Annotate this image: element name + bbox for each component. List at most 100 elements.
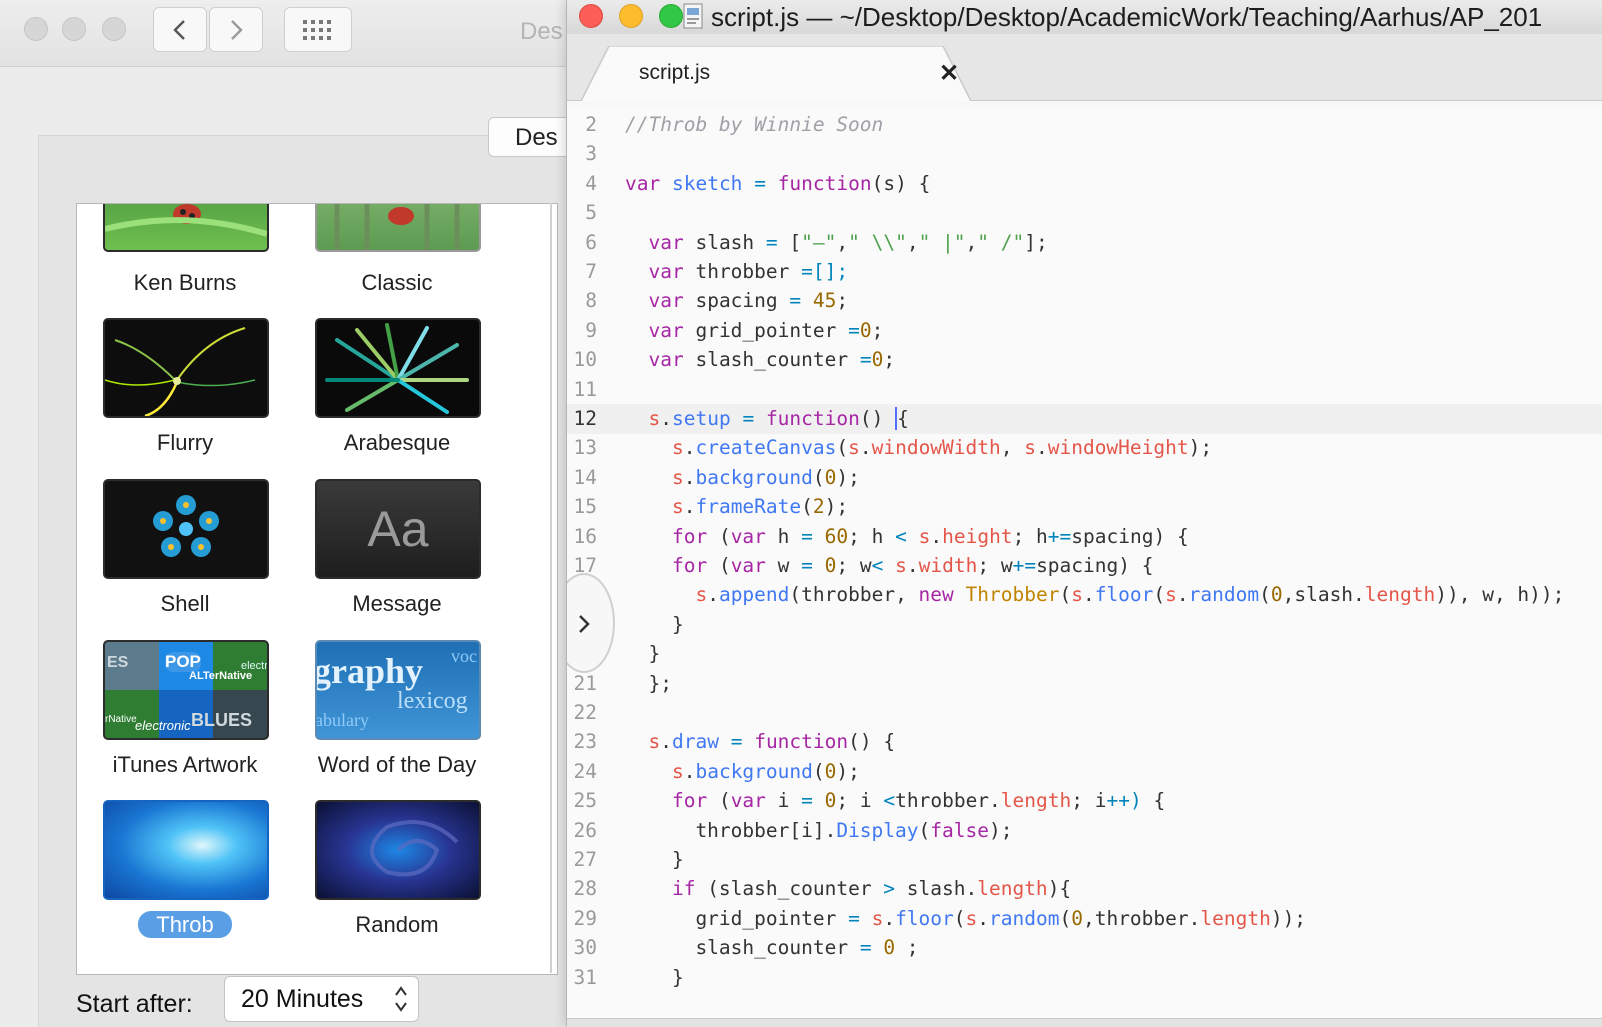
code-line[interactable]: 14 s.background(0);: [567, 463, 1602, 493]
arabesque-thumbnail: [315, 318, 481, 418]
throb-thumbnail: [103, 800, 269, 900]
arabesque-image: [325, 323, 469, 414]
code-text: for (var i = 0; i <throbber.length; i++)…: [671, 789, 1166, 813]
start-after-label: Start after:: [76, 990, 193, 1018]
code-line[interactable]: 24 s.background(0);: [567, 757, 1602, 787]
code-text: for (var w = 0; w< s.width; w+=spacing) …: [671, 554, 1154, 577]
code-line[interactable]: 8 var spacing = 45;: [567, 286, 1602, 316]
line-number: 25: [573, 789, 597, 813]
back-button[interactable]: [153, 7, 207, 52]
itunes-word-es: ES: [107, 654, 129, 671]
code-text: for (var h = 60; h < s.height; h+=spacin…: [671, 524, 1189, 548]
itunes-artwork-thumbnail: ES POP ALTerNative electr rNative electr…: [103, 640, 269, 740]
code-line[interactable]: 11: [567, 375, 1602, 405]
code-line[interactable]: 3: [567, 139, 1602, 169]
code-line[interactable]: 10 var slash_counter =0;: [567, 345, 1602, 375]
code-text: var throbber =[];: [648, 260, 849, 283]
panel-divider: [550, 203, 552, 973]
line-number: 28: [573, 877, 597, 901]
saver-label-random: Random: [355, 912, 439, 937]
code-line[interactable]: 9 var grid_pointer =0;: [567, 316, 1602, 346]
code-text: if (slash_counter > slash.length){: [671, 877, 1072, 901]
code-text: }: [625, 612, 684, 636]
start-after-select[interactable]: 20 Minutes: [224, 976, 419, 1022]
line-number: 22: [573, 701, 597, 724]
line-number: 5: [585, 201, 597, 225]
saver-label-word-of-the-day: Word of the Day: [317, 752, 477, 777]
minimize-window-button[interactable]: [62, 17, 86, 41]
zoom-window-button[interactable]: [102, 17, 126, 41]
code-line[interactable]: 26 throbber[i].Display(false);: [567, 816, 1602, 846]
line-number: 8: [585, 289, 597, 313]
code-line[interactable]: 27 }: [567, 845, 1602, 875]
saver-label-ken-burns: Ken Burns: [133, 270, 237, 295]
line-number: 14: [573, 465, 597, 489]
saver-label-itunes-artwork: iTunes Artwork: [112, 752, 258, 777]
tab-script-js[interactable]: script.js ✕: [581, 46, 971, 101]
code-line[interactable]: 30 slash_counter = 0 ;: [567, 933, 1602, 963]
chevron-left-icon: [173, 19, 185, 40]
line-number: 15: [573, 495, 597, 519]
show-all-button[interactable]: [284, 7, 352, 52]
editor-tab-bar: script.js ✕: [567, 34, 1602, 101]
code-text: slash_counter = 0 ;: [625, 936, 919, 960]
editor-window-title: script.js — ~/Desktop/Desktop/AcademicWo…: [711, 2, 1543, 32]
message-thumbnail: Aa: [315, 479, 481, 579]
line-number: 29: [573, 906, 597, 930]
message-thumb-text: Aa: [367, 501, 429, 557]
code-line[interactable]: 20 }: [567, 639, 1602, 669]
code-line[interactable]: 7 var throbber =[];: [567, 257, 1602, 287]
code-line[interactable]: 12 s.setup = function() {: [567, 404, 1602, 434]
line-number: 9: [585, 318, 597, 342]
code-line[interactable]: 16 for (var h = 60; h < s.height; h+=spa…: [567, 522, 1602, 552]
line-number: 2: [585, 113, 597, 136]
code-editor[interactable]: 31 } 30 slash_counter = 0 ; 29 grid_pointe…: [567, 108, 1602, 1018]
code-line[interactable]: 28 if (slash_counter > slash.length){: [567, 874, 1602, 904]
line-number: 21: [573, 671, 597, 695]
code-text: s.frameRate(2);: [671, 495, 849, 519]
close-tab-icon[interactable]: ✕: [939, 59, 959, 88]
word-thumb-corner: voc: [451, 646, 477, 666]
code-text: s.draw = function() {: [648, 730, 896, 754]
editor-titlebar: script.js — ~/Desktop/Desktop/AcademicWo…: [567, 0, 1602, 35]
saver-label-message: Message: [352, 591, 442, 616]
code-line[interactable]: 25 for (var i = 0; i <throbber.length; i…: [567, 786, 1602, 816]
shell-image: [153, 495, 219, 557]
saver-label-classic: Classic: [361, 270, 433, 295]
code-text: s.append(throbber, new Throbber(s.floor(…: [695, 583, 1565, 607]
itunes-word-blues: BLUES: [191, 710, 253, 730]
saver-label-arabesque: Arabesque: [343, 430, 451, 455]
code-line[interactable]: 2 //Throb by Winnie Soon: [567, 110, 1602, 140]
zoom-window-button[interactable]: [659, 4, 683, 28]
line-number: 13: [573, 436, 597, 460]
code-text: }: [625, 965, 684, 989]
forest-image: [334, 204, 460, 250]
code-line[interactable]: 6 var slash = ["—"," \\"," |"," /"];: [567, 228, 1602, 258]
code-line[interactable]: 4 var sketch = function(s) {: [567, 169, 1602, 199]
code-line[interactable]: 21 };: [567, 669, 1602, 699]
code-line[interactable]: 13 s.createCanvas(s.windowWidth, s.windo…: [567, 433, 1602, 463]
code-text: var grid_pointer =0;: [648, 318, 884, 342]
code-text: s.createCanvas(s.windowWidth, s.windowHe…: [671, 436, 1213, 460]
code-line[interactable]: 15 s.frameRate(2);: [567, 492, 1602, 522]
code-line[interactable]: 18 s.append(throbber, new Throbber(s.flo…: [567, 580, 1602, 610]
chevron-right-icon: [231, 19, 243, 40]
code-line[interactable]: 17 for (var w = 0; w< s.width; w+=spacin…: [567, 551, 1602, 581]
code-line[interactable]: 23 s.draw = function() {: [567, 727, 1602, 757]
code-text: var spacing = 45;: [648, 289, 849, 313]
minimize-window-button[interactable]: [619, 4, 643, 28]
shell-thumbnail: [103, 479, 269, 579]
word-of-the-day-thumbnail: graphy voc lexicog abulary: [315, 640, 481, 740]
line-number: 7: [585, 260, 597, 283]
code-line[interactable]: 29 grid_pointer = s.floor(s.random(0,thr…: [567, 904, 1602, 934]
code-line[interactable]: 5: [567, 198, 1602, 228]
code-line[interactable]: 19 }: [567, 610, 1602, 640]
close-window-button[interactable]: [24, 17, 48, 41]
code-line[interactable]: 31 }: [567, 963, 1602, 993]
tab-label: script.js: [639, 61, 711, 84]
close-window-button[interactable]: [579, 4, 603, 28]
word-thumb-small: abulary: [315, 710, 369, 730]
forward-button[interactable]: [209, 7, 263, 52]
navigation-buttons: [153, 7, 263, 52]
code-line[interactable]: 22: [567, 698, 1602, 728]
